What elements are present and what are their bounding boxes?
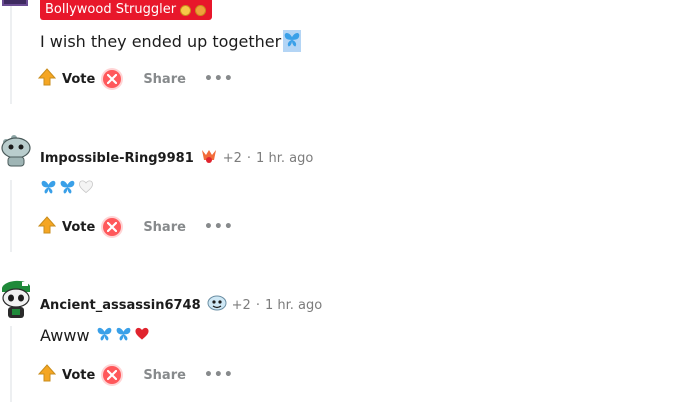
- butterfly-emoji-icon: [96, 325, 113, 346]
- user-flair: Bollywood Struggler: [40, 0, 213, 20]
- timestamp[interactable]: 1 hr. ago: [256, 151, 313, 166]
- thread-line[interactable]: [10, 326, 12, 402]
- author-name[interactable]: Impossible-Ring9981: [40, 151, 194, 166]
- comment-actions: Vote Share •••: [37, 364, 234, 386]
- share-button[interactable]: Share: [143, 368, 186, 383]
- karma-count: +2: [231, 297, 251, 313]
- downvote-x-icon[interactable]: [103, 366, 122, 384]
- vote-button[interactable]: Vote: [37, 364, 96, 386]
- red-heart-emoji-icon: [134, 326, 150, 346]
- butterfly-emoji-icon: [115, 325, 132, 346]
- author-name[interactable]: Ancient_assassin6748: [40, 298, 201, 313]
- vote-label: Vote: [62, 367, 96, 383]
- butterfly-emoji-icon: [283, 30, 302, 52]
- comment-body: I wish they ended up together: [40, 30, 302, 52]
- thread-line[interactable]: [10, 0, 12, 104]
- flair-text: Bollywood Struggler: [45, 2, 177, 17]
- face-emoji-icon: [195, 4, 207, 16]
- thread-line[interactable]: [10, 180, 12, 252]
- comment-text: Awww: [40, 326, 90, 345]
- timestamp[interactable]: 1 hr. ago: [265, 298, 322, 313]
- karma-count: +2: [222, 150, 242, 166]
- avatar[interactable]: [0, 0, 32, 10]
- avatar[interactable]: [0, 278, 32, 318]
- more-options-icon[interactable]: •••: [204, 71, 234, 87]
- white-heart-emoji-icon: [78, 179, 94, 199]
- comment-actions: Vote Share •••: [37, 216, 234, 238]
- butterfly-emoji-icon: [59, 178, 76, 199]
- comment-text: I wish they ended up together: [40, 31, 282, 51]
- more-options-icon[interactable]: •••: [204, 367, 234, 383]
- vote-label: Vote: [62, 71, 96, 87]
- comment-body: Awww: [40, 325, 150, 346]
- comment-actions: Vote Share •••: [37, 68, 234, 90]
- downvote-x-icon[interactable]: [103, 218, 122, 236]
- vote-button[interactable]: Vote: [37, 216, 96, 238]
- separator: ·: [246, 150, 252, 166]
- author-row: Ancient_assassin6748 +2 · 1 hr. ago: [40, 294, 322, 316]
- butterfly-emoji-icon: [40, 178, 57, 199]
- avatar[interactable]: [0, 128, 32, 167]
- vote-button[interactable]: Vote: [37, 68, 96, 90]
- award-icon[interactable]: [200, 147, 218, 169]
- vote-label: Vote: [62, 219, 96, 235]
- share-button[interactable]: Share: [143, 72, 186, 87]
- comment-body: [40, 178, 94, 199]
- separator: ·: [255, 297, 260, 313]
- share-button[interactable]: Share: [143, 220, 186, 235]
- author-row: Impossible-Ring9981 +2 · 1 hr. ago: [40, 147, 313, 169]
- face-emoji-icon: [180, 4, 192, 16]
- upvote-arrow-icon[interactable]: [37, 216, 57, 238]
- more-options-icon[interactable]: •••: [204, 219, 234, 235]
- award-icon[interactable]: [207, 294, 227, 316]
- downvote-x-icon[interactable]: [103, 70, 122, 88]
- upvote-arrow-icon[interactable]: [37, 364, 57, 386]
- upvote-arrow-icon[interactable]: [37, 68, 57, 90]
